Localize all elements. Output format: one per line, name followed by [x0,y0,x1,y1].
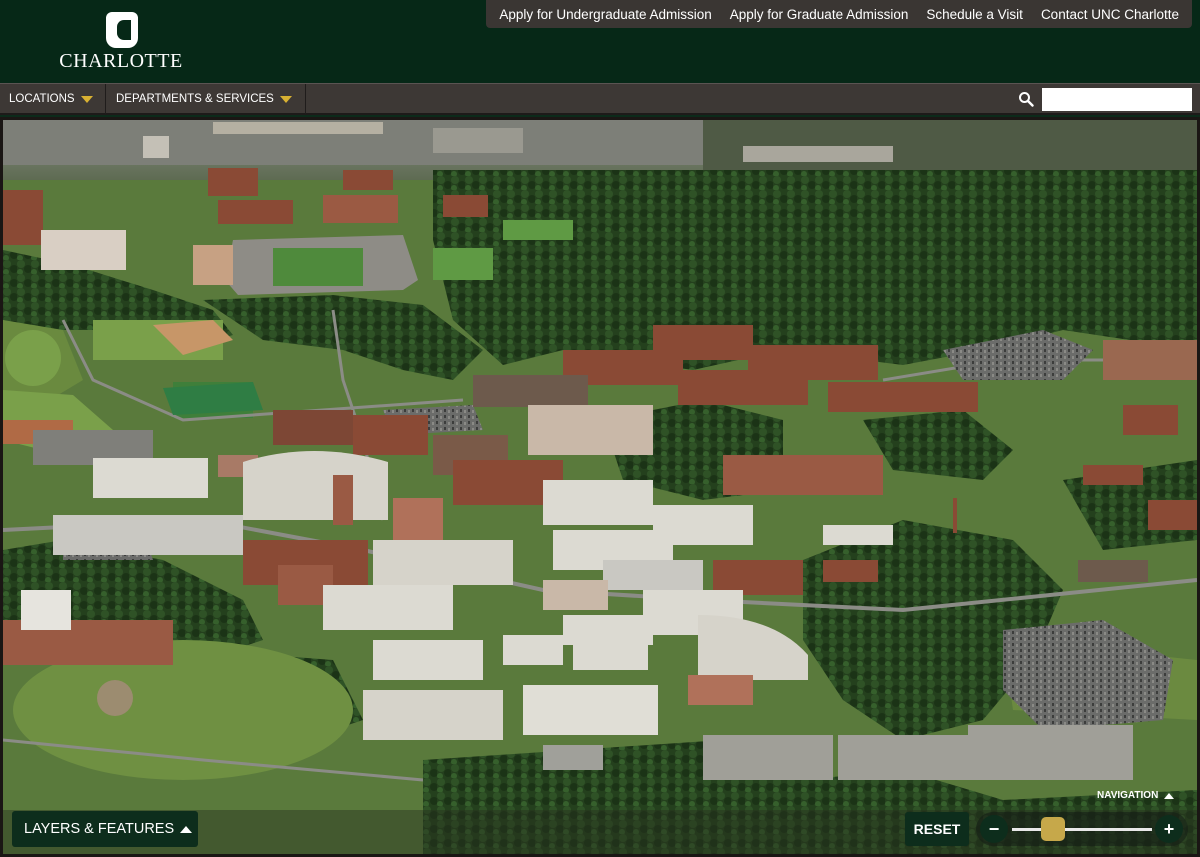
apply-undergraduate-link[interactable]: Apply for Undergraduate Admission [490,7,720,22]
departments-label: DEPARTMENTS & SERVICES [116,93,274,105]
caret-down-icon [279,95,292,103]
reset-button[interactable]: RESET [905,812,969,846]
contact-link[interactable]: Contact UNC Charlotte [1032,7,1188,22]
logo-wordmark: CHARLOTTE [59,50,183,72]
zoom-slider-track[interactable] [1012,828,1152,831]
navigation-label: NAVIGATION [1097,790,1159,801]
search-input[interactable] [1042,88,1192,111]
triangle-up-icon [180,825,193,833]
caret-down-icon [80,95,93,103]
triangle-up-icon [1164,792,1175,799]
zoom-slider-thumb[interactable] [1041,817,1065,841]
layers-label: LAYERS & FEATURES [24,821,175,837]
apply-graduate-link[interactable]: Apply for Graduate Admission [721,7,918,22]
zoom-in-button[interactable]: + [1155,815,1183,843]
schedule-visit-link[interactable]: Schedule a Visit [917,7,1032,22]
locations-menu[interactable]: LOCATIONS [0,84,106,114]
departments-menu[interactable]: DEPARTMENTS & SERVICES [107,84,306,114]
c-logo-icon [106,12,138,48]
campus-map[interactable] [0,117,1200,857]
campus-aerial-image [3,120,1197,854]
site-header: CHARLOTTE Apply for Undergraduate Admiss… [0,0,1200,83]
zoom-out-button[interactable]: − [980,815,1008,843]
charlotte-logo[interactable]: CHARLOTTE [58,12,184,72]
nav-bar: LOCATIONS DEPARTMENTS & SERVICES [0,83,1200,115]
navigation-toggle[interactable]: NAVIGATION [1097,790,1175,801]
locations-label: LOCATIONS [9,93,75,105]
search-icon[interactable] [1018,91,1034,107]
top-links: Apply for Undergraduate Admission Apply … [486,0,1192,28]
layers-features-button[interactable]: LAYERS & FEATURES [12,811,198,847]
